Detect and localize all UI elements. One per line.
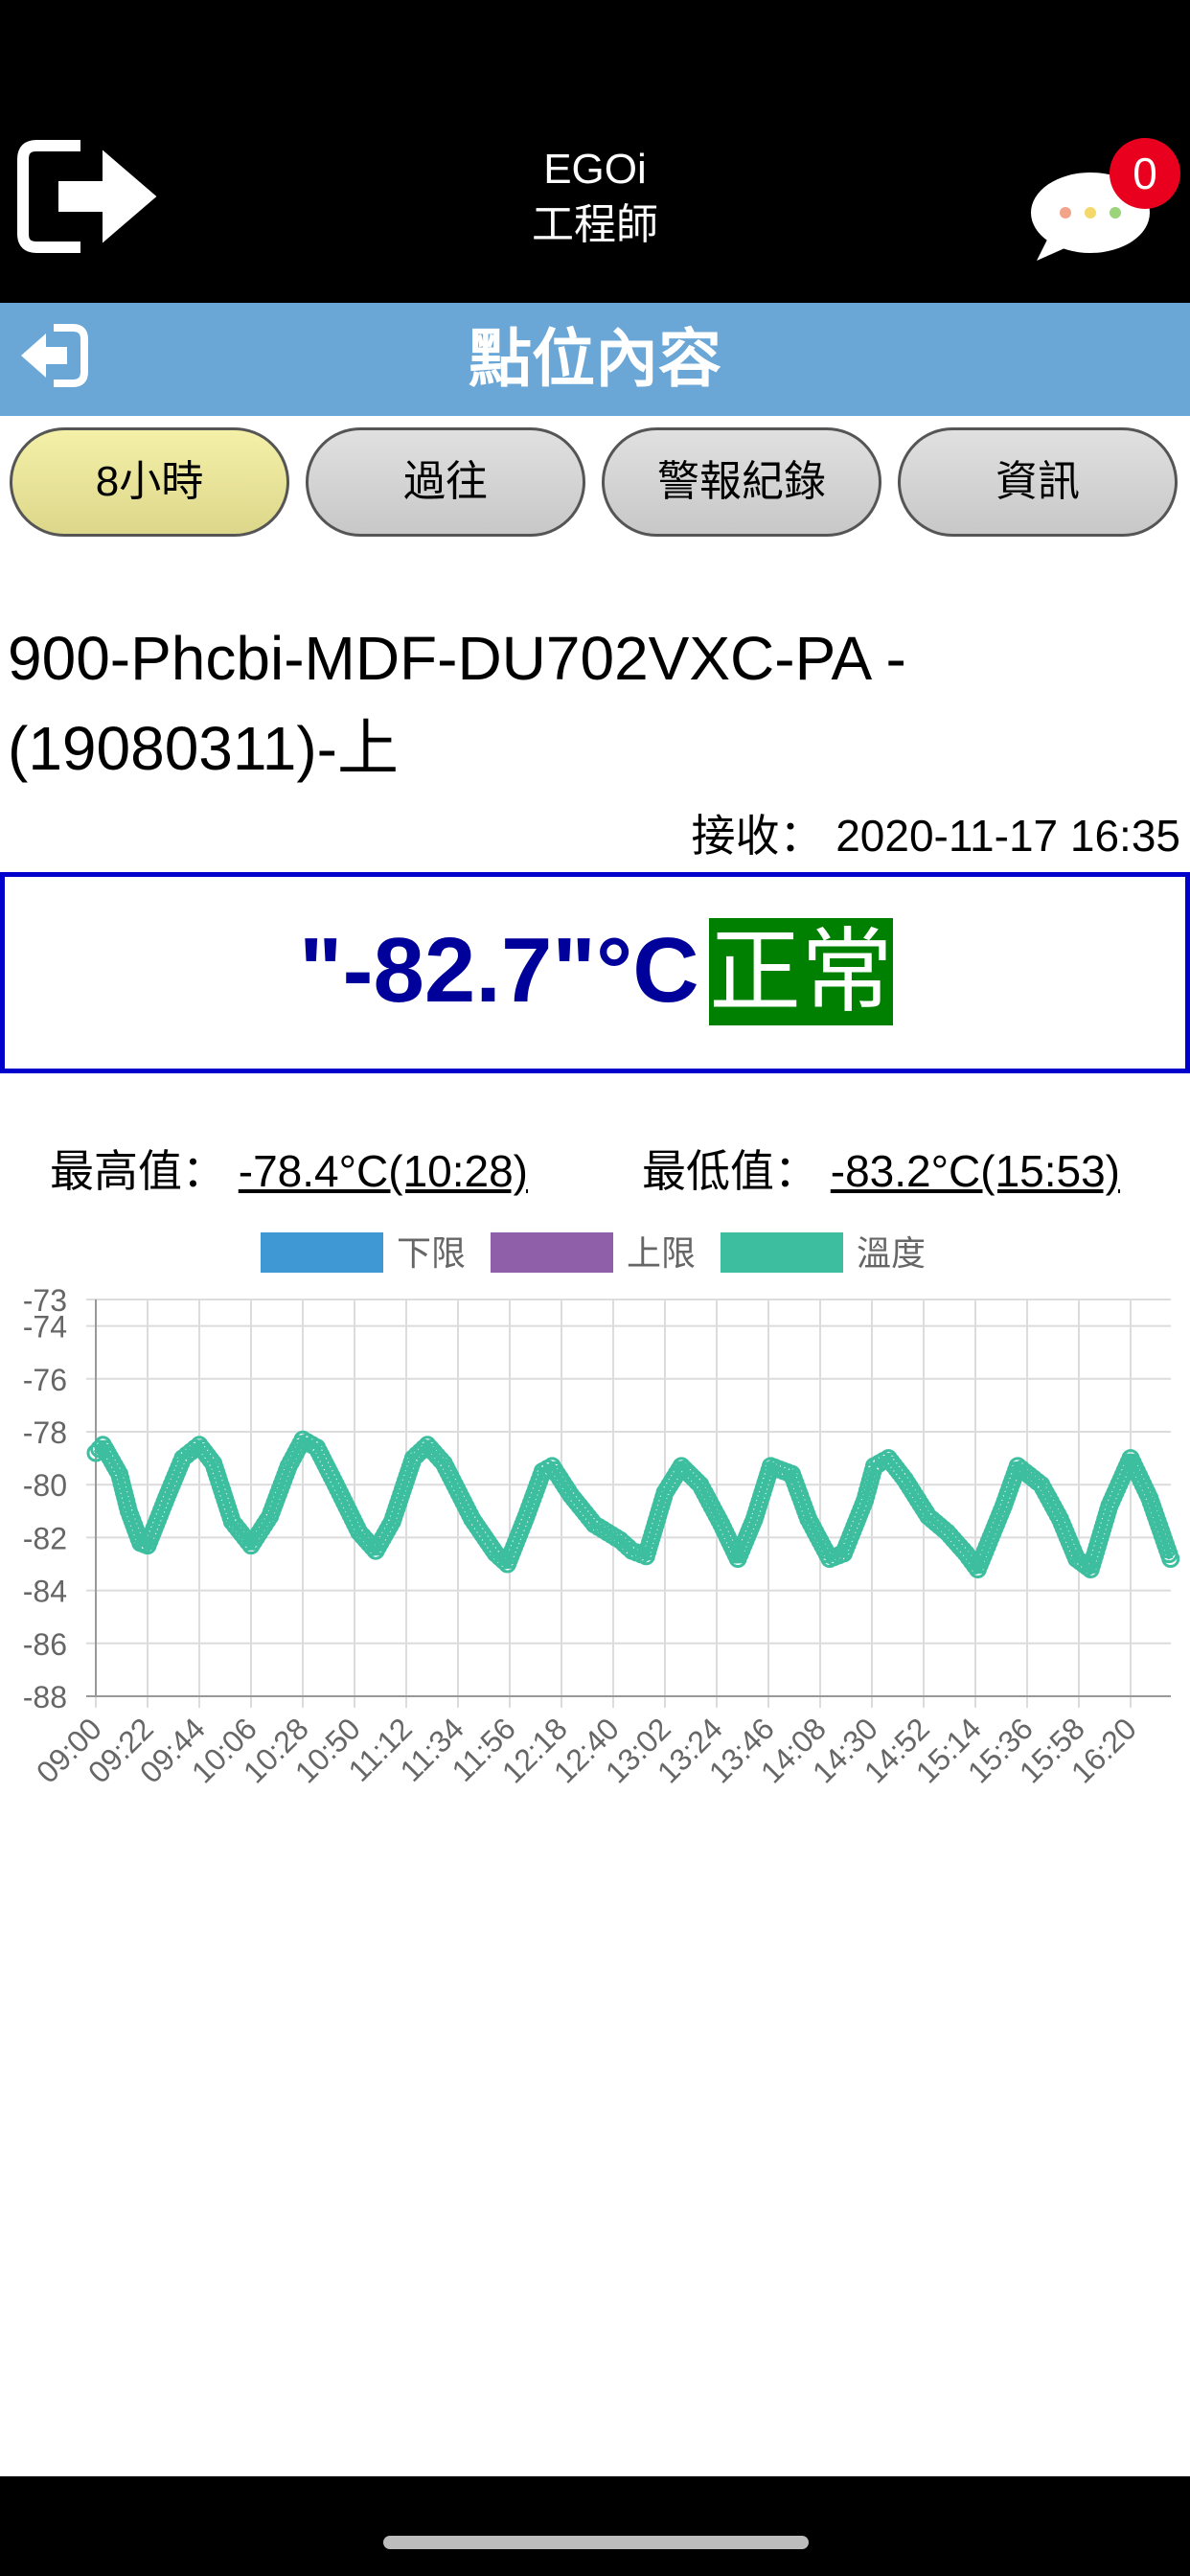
legend-label-0: 下限 bbox=[397, 1234, 466, 1274]
tab-info[interactable]: 資訊 bbox=[898, 427, 1178, 537]
page-title: 點位內容 bbox=[469, 322, 721, 396]
max-stat: 最高值： -78.4°C(10:28) bbox=[50, 1142, 528, 1200]
tab-alarm-records[interactable]: 警報紀錄 bbox=[602, 427, 881, 537]
y-tick-label: -78 bbox=[23, 1415, 67, 1450]
tab-8-hours[interactable]: 8小時 bbox=[10, 427, 289, 537]
temperature-chart: 下限 上限 溫度-73-74-76-78-80-82-84-86-8809:0009… bbox=[23, 1232, 1180, 1790]
legend-label-2: 溫度 bbox=[857, 1234, 926, 1274]
min-stat: 最低值： -83.2°C(15:53) bbox=[642, 1142, 1120, 1200]
max-label: 最高值： bbox=[50, 1146, 226, 1196]
received-info: 接收： 2020-11-17 16:35 bbox=[691, 807, 1180, 864]
received-label: 接收： bbox=[691, 811, 824, 861]
min-value[interactable]: -83.2°C(15:53) bbox=[831, 1146, 1120, 1196]
y-tick-label: -88 bbox=[23, 1680, 67, 1714]
app-role: 工程師 bbox=[532, 201, 658, 248]
message-count-badge: 0 bbox=[1110, 138, 1180, 209]
device-name: 900-Phcbi-MDF-DU702VXC-PA -(19080311)-上 bbox=[8, 624, 906, 783]
status-badge: 正常 bbox=[709, 918, 893, 1025]
y-tick-label: -76 bbox=[23, 1363, 67, 1397]
legend-swatch-1 bbox=[491, 1232, 613, 1273]
y-tick-label: -80 bbox=[23, 1468, 67, 1503]
y-tick-label: -82 bbox=[23, 1521, 67, 1555]
legend-label-1: 上限 bbox=[627, 1234, 696, 1274]
max-value[interactable]: -78.4°C(10:28) bbox=[239, 1146, 528, 1196]
logout-arrow-icon bbox=[17, 137, 166, 256]
y-tick-label: -74 bbox=[23, 1310, 67, 1345]
y-tick-label: -84 bbox=[23, 1575, 67, 1609]
min-label: 最低值： bbox=[642, 1146, 818, 1196]
y-tick-label: -86 bbox=[23, 1627, 67, 1662]
received-time: 2020-11-17 16:35 bbox=[835, 811, 1180, 861]
tab-history[interactable]: 過往 bbox=[306, 427, 585, 537]
logout-button[interactable] bbox=[17, 136, 169, 257]
legend-swatch-0 bbox=[261, 1232, 383, 1273]
home-indicator-area bbox=[0, 2476, 1190, 2576]
current-temperature: "-82.7"°C bbox=[299, 919, 699, 1022]
app-name: EGOi bbox=[543, 146, 647, 193]
app-title: EGOi 工程師 bbox=[403, 142, 787, 253]
legend-swatch-2 bbox=[721, 1232, 843, 1273]
home-indicator-bar[interactable] bbox=[383, 2536, 809, 2549]
